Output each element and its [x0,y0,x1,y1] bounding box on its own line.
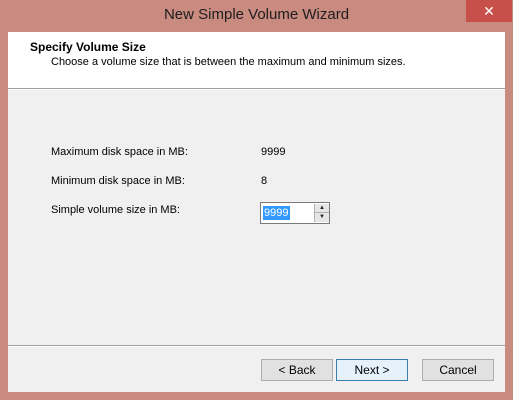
wizard-window: New Simple Volume Wizard ✕ Specify Volum… [0,0,513,400]
back-button[interactable]: < Back [261,359,333,381]
min-space-value: 8 [261,175,268,187]
close-button[interactable]: ✕ [466,0,512,22]
wizard-header: Specify Volume Size Choose a volume size… [8,32,505,88]
window-title: New Simple Volume Wizard [163,6,350,23]
arrow-up-icon: ▲ [319,205,325,211]
title-bar[interactable]: New Simple Volume Wizard ✕ [0,0,513,32]
page-title: Specify Volume Size [30,40,146,54]
arrow-down-icon: ▼ [319,214,325,220]
wizard-body: Specify Volume Size Choose a volume size… [8,32,505,392]
min-space-label: Minimum disk space in MB: [51,175,185,187]
header-divider-highlight [8,89,505,90]
cancel-button[interactable]: Cancel [422,359,494,381]
footer-divider-highlight [8,346,505,347]
volume-size-label: Simple volume size in MB: [51,204,180,216]
close-icon: ✕ [483,3,495,19]
max-space-label: Maximum disk space in MB: [51,146,188,158]
spin-up-button[interactable]: ▲ [314,204,329,213]
page-subtitle: Choose a volume size that is between the… [51,56,406,68]
volume-size-stepper[interactable]: 9999 ▲ ▼ [260,202,330,224]
volume-size-input[interactable]: 9999 [264,206,288,220]
max-space-value: 9999 [261,146,286,158]
spin-down-button[interactable]: ▼ [314,213,329,222]
next-button[interactable]: Next > [336,359,408,381]
